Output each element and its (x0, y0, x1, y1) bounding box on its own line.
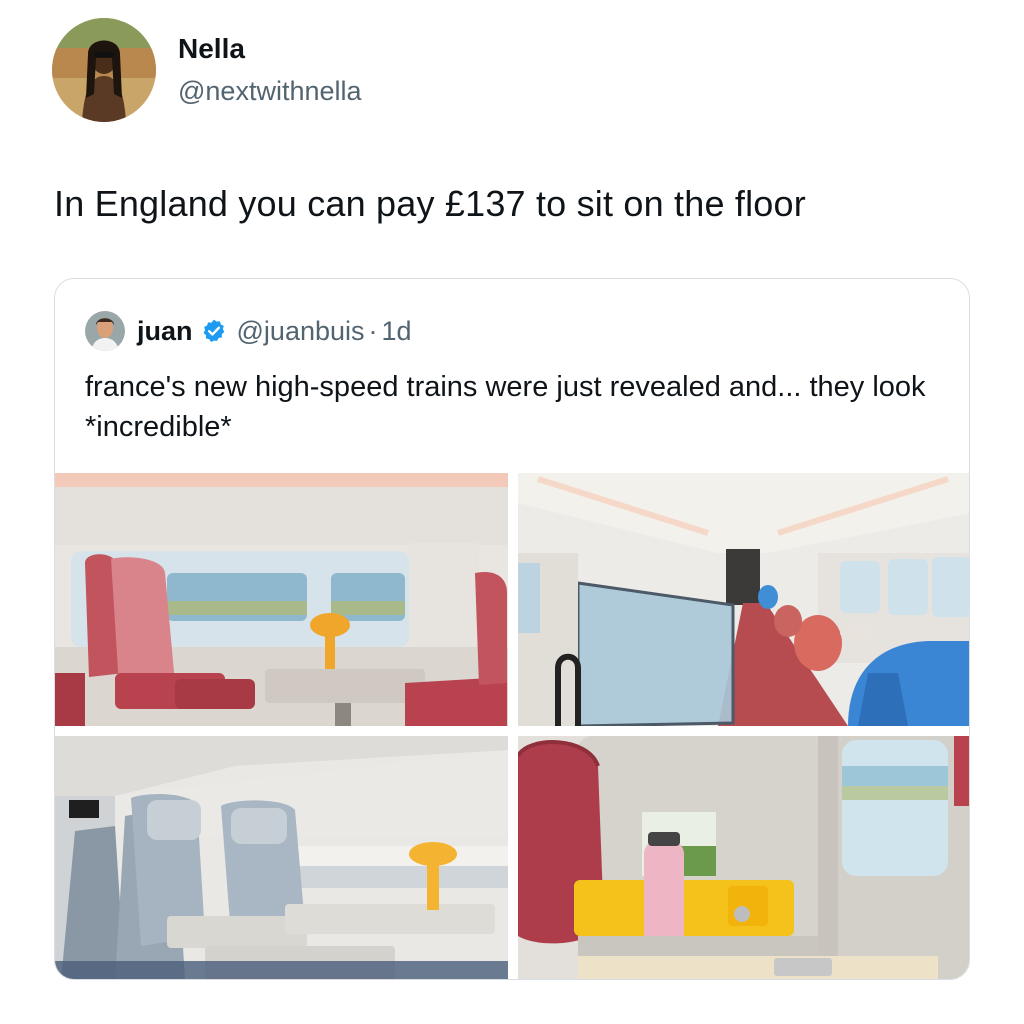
photo-train-seat-detail-cap-bottle[interactable] (518, 736, 969, 979)
tweet-author-row: Nella @nextwithnella (52, 18, 362, 122)
quoted-tweet-time[interactable]: 1d (382, 316, 412, 347)
quoted-author-avatar (85, 311, 125, 351)
photo-train-interior-red-seats[interactable] (55, 473, 508, 726)
quoted-tweet-header: juan @juanbuis · 1d (85, 311, 412, 351)
author-handle[interactable]: @nextwithnella (178, 74, 362, 108)
photo-train-interior-grey-seats[interactable] (55, 736, 508, 979)
quoted-author-handle: @juanbuis (236, 315, 365, 346)
quoted-author-name: juan (137, 315, 193, 346)
verified-badge-icon (201, 318, 227, 344)
quoted-tweet-card[interactable]: juan @juanbuis · 1d france's new high-sp… (54, 278, 970, 980)
timestamp-separator: · (368, 315, 378, 346)
author-display-name[interactable]: Nella (178, 32, 362, 66)
tweet-text: In England you can pay £137 to sit on th… (54, 183, 806, 224)
photo-train-interior-aisle-lounge[interactable] (518, 473, 969, 726)
author-avatar[interactable] (52, 18, 156, 122)
quoted-tweet-text: france's new high-speed trains were just… (85, 371, 926, 443)
